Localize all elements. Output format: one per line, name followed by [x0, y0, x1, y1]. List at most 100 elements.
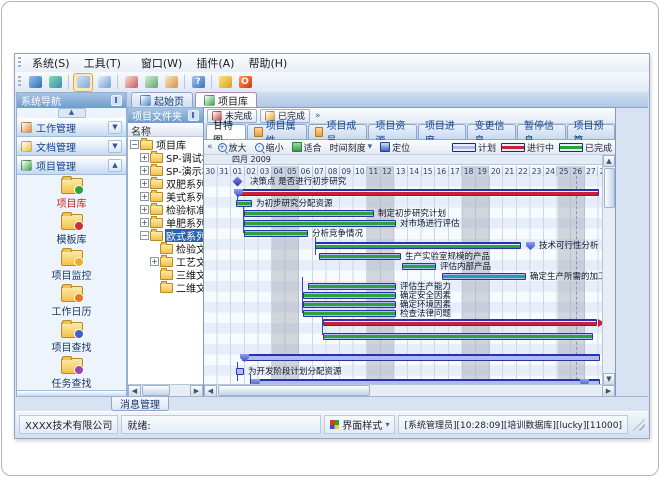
tree-node[interactable]: +工艺文件 — [128, 255, 203, 268]
expand-icon[interactable]: + — [140, 218, 149, 227]
tab-gantt[interactable]: 甘特图 — [206, 124, 246, 139]
chart-window-icon[interactable] — [95, 74, 113, 91]
gantt-bar-task-green[interactable] — [303, 301, 396, 308]
sidebar-item-project-search[interactable]: 项目查找 — [52, 322, 92, 354]
gantt-bar-summary-plain[interactable] — [242, 354, 600, 361]
tree-node[interactable]: +美式系列 — [128, 190, 203, 203]
gantt-vertical-scrollbar[interactable]: ▲ ▼ — [602, 155, 615, 385]
scroll-left-icon[interactable]: ◀ — [128, 385, 141, 397]
menu-item-system[interactable]: 系统(S) — [25, 56, 77, 71]
expand-icon[interactable]: + — [140, 192, 149, 201]
fit-button[interactable]: 适合 — [289, 141, 325, 153]
overflow-chevron-icon[interactable]: » — [315, 111, 321, 121]
gantt-bar-summary-green[interactable] — [315, 242, 521, 249]
message-management-tab[interactable]: 消息管理 — [111, 397, 169, 411]
zoom-out-button[interactable]: -缩小 — [252, 141, 287, 153]
gantt-bar-summary-red[interactable] — [323, 319, 597, 326]
gantt-bar-task-teal[interactable] — [442, 273, 526, 280]
sidebar-item-task-search[interactable]: 任务查找 — [52, 358, 92, 390]
zoom-in-button[interactable]: +放大 — [215, 141, 250, 153]
chevron-up-icon[interactable]: ▲ — [108, 159, 122, 172]
tree-node[interactable]: +检验标准 — [128, 203, 203, 216]
lock-icon[interactable] — [216, 74, 234, 91]
expand-icon[interactable]: + — [140, 205, 149, 214]
gantt-marker-down[interactable] — [526, 242, 535, 250]
collapse-chevron-icon[interactable]: « — [207, 142, 213, 152]
scroll-right-icon[interactable]: ▶ — [602, 385, 615, 397]
tree-node[interactable]: 三维文件 — [128, 268, 203, 281]
toolbar-grip[interactable] — [18, 76, 21, 88]
gantt-bar-task-green[interactable] — [244, 220, 396, 227]
gantt-bar-task-green[interactable] — [244, 230, 308, 237]
menu-item-window[interactable]: 窗口(W) — [134, 56, 189, 71]
gantt-bar-summary-red[interactable] — [236, 189, 599, 196]
sidebar-item-template-library[interactable]: 模板库 — [57, 214, 87, 246]
tree-horizontal-scrollbar[interactable]: ◀ ▶ — [128, 384, 203, 396]
expand-icon[interactable]: + — [140, 153, 149, 162]
doc-tab-project-library[interactable]: 项目库 — [195, 92, 257, 107]
scroll-up-icon[interactable]: ▲ — [603, 155, 615, 167]
pin-icon[interactable] — [188, 110, 199, 121]
expand-icon[interactable]: + — [140, 179, 149, 188]
scroll-right-icon[interactable]: ▶ — [190, 385, 203, 397]
pin-icon[interactable] — [111, 95, 122, 106]
sidebar-item-project-monitor[interactable]: 项目监控 — [52, 250, 92, 282]
menu-item-help[interactable]: 帮助(H) — [241, 56, 294, 71]
tree-node[interactable]: +SP-调试机系 — [128, 151, 203, 164]
tab-project-resources[interactable]: 项目资源 — [368, 124, 417, 139]
tree-column-header[interactable]: 名称 — [128, 123, 203, 137]
tab-pause-info[interactable]: 暂停信息 — [517, 124, 566, 139]
menu-item-plugins[interactable]: 插件(A) — [189, 56, 241, 71]
tree-node[interactable]: 检验文件 — [128, 242, 203, 255]
gantt-bar-task-green[interactable] — [323, 333, 593, 340]
sidebar-group-project-management[interactable]: 项目管理▲ — [17, 156, 126, 175]
chevron-down-icon[interactable]: ▼ — [108, 140, 122, 153]
tab-change-info[interactable]: 变更信息 — [467, 124, 516, 139]
globe-icon[interactable] — [46, 74, 64, 91]
tab-project-budget[interactable]: 项目预算 — [567, 124, 616, 139]
tree-node[interactable]: +双肥系列 — [128, 177, 203, 190]
time-scale-dropdown[interactable]: 时间刻度▾ — [327, 141, 376, 153]
menubar-grip[interactable] — [18, 57, 21, 69]
tree-node[interactable]: 二维文件 — [128, 281, 203, 294]
gantt-bar-task-green[interactable] — [244, 210, 374, 217]
tab-project-properties[interactable]: 项目属性 — [247, 124, 307, 139]
sidebar-group-work-management[interactable]: 工作管理▼ — [17, 118, 126, 137]
gantt-bar-task-green[interactable] — [319, 253, 401, 260]
menu-item-tools[interactable]: 工具(T) — [77, 56, 128, 71]
stop-icon[interactable]: O — [236, 74, 254, 91]
gantt-bar-task-plain[interactable] — [236, 368, 244, 375]
tab-project-members[interactable]: 项目成员 — [308, 124, 368, 139]
tree-node[interactable]: −欧式系列 — [128, 229, 203, 242]
sidebar-item-project-library[interactable]: 项目库 — [57, 178, 87, 210]
scroll-thumb[interactable] — [142, 385, 170, 396]
tree-node[interactable]: −项目库 — [128, 138, 203, 151]
collapse-up-icon[interactable]: ▲ — [58, 108, 86, 118]
collapse-icon[interactable]: − — [140, 231, 149, 240]
sidebar-group-document-management[interactable]: 文档管理▼ — [17, 137, 126, 156]
tree-node[interactable]: +SP-演示机系 — [128, 164, 203, 177]
gantt-bar-task-green[interactable] — [303, 292, 396, 299]
report-edit-icon[interactable] — [142, 74, 160, 91]
scroll-thumb[interactable] — [604, 168, 615, 208]
expand-icon[interactable]: + — [150, 257, 159, 266]
ui-style-dropdown[interactable]: 界面样式 ▾ — [324, 415, 395, 434]
gantt-marker-diamond[interactable] — [233, 177, 243, 187]
gantt-horizontal-scrollbar[interactable]: ◀ ▶ — [204, 384, 615, 396]
gantt-body[interactable]: 决策点 是否进行初步研究为初步研究分配资源制定初步研究计划对市场进行评估分析竞争… — [204, 176, 603, 385]
report-add-icon[interactable] — [122, 74, 140, 91]
scroll-left-icon[interactable]: ◀ — [204, 385, 217, 397]
sidebar-item-work-calendar[interactable]: 工作日历 — [52, 286, 92, 318]
locate-button[interactable]: 定位 — [377, 141, 413, 153]
expand-icon[interactable]: + — [140, 166, 149, 175]
gantt-bar-task-green[interactable] — [236, 200, 252, 207]
chevron-down-icon[interactable]: ▼ — [108, 121, 122, 134]
open-folder-icon[interactable] — [73, 73, 93, 92]
gantt-bar-task-green[interactable] — [402, 263, 436, 270]
help-icon[interactable]: ? — [189, 74, 207, 91]
monitor-icon[interactable] — [26, 74, 44, 91]
doc-tab-start-page[interactable]: 起始页 — [131, 92, 193, 107]
resize-grip[interactable] — [633, 419, 645, 431]
gantt-bar-task-green[interactable] — [308, 283, 396, 290]
report-view-icon[interactable] — [162, 74, 180, 91]
